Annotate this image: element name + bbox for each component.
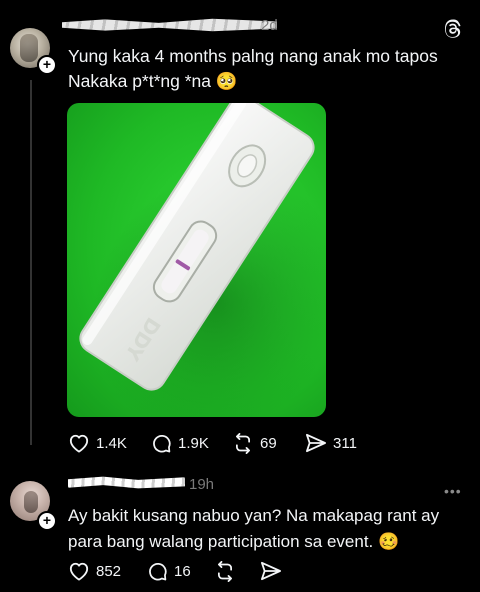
emoji: 🥴 bbox=[378, 532, 400, 551]
emoji: 🥺 bbox=[215, 71, 238, 91]
heart-icon bbox=[69, 434, 89, 453]
post-text-line-1: Ay bakit kusang nabuo yan? Na makapag ra… bbox=[68, 506, 440, 525]
send-icon bbox=[305, 433, 326, 453]
repost-button[interactable]: 69 bbox=[232, 433, 277, 454]
repost-button[interactable] bbox=[214, 561, 236, 582]
share-button[interactable]: 311 bbox=[305, 433, 357, 453]
like-count: 1.4K bbox=[96, 434, 127, 452]
post-body: Yung kaka 4 months palng nang anak mo ta… bbox=[68, 44, 468, 94]
username-redacted[interactable] bbox=[68, 476, 185, 489]
comment-icon bbox=[153, 434, 171, 453]
post-timestamp: 19h bbox=[189, 476, 215, 493]
reply-body: Ay bakit kusang nabuo yan? Na makapag ra… bbox=[68, 503, 468, 555]
repost-icon bbox=[218, 561, 232, 582]
post-text-line-2: para bang walang participation sa event.… bbox=[68, 532, 400, 551]
post-media-image[interactable]: DDY bbox=[67, 103, 326, 417]
repost-count: 69 bbox=[260, 435, 277, 452]
repost-icon bbox=[236, 433, 250, 454]
like-button[interactable]: 1.4K bbox=[68, 433, 127, 453]
follow-plus-icon[interactable]: + bbox=[37, 55, 57, 75]
share-button[interactable] bbox=[260, 561, 282, 581]
comment-icon bbox=[149, 562, 167, 581]
heart-icon bbox=[69, 562, 89, 581]
post-timestamp: 2d bbox=[261, 17, 278, 34]
threads-logo-icon[interactable] bbox=[442, 18, 464, 40]
send-icon bbox=[260, 561, 281, 581]
username-redacted[interactable] bbox=[62, 18, 277, 32]
post-text-line-2: Nakaka p*t*ng *na 🥺 bbox=[68, 71, 238, 91]
thread-connector-line bbox=[30, 80, 32, 445]
reply-button[interactable]: 16 bbox=[147, 561, 191, 582]
follow-plus-icon[interactable]: + bbox=[37, 511, 57, 531]
reply-count: 1.9K bbox=[178, 435, 209, 452]
like-count: 852 bbox=[96, 562, 122, 580]
like-button[interactable]: 852 bbox=[68, 561, 121, 581]
pregnancy-test-image: DDY bbox=[79, 103, 326, 417]
reply-count: 16 bbox=[174, 563, 191, 580]
more-icon[interactable]: ••• bbox=[444, 483, 462, 499]
reply-button[interactable]: 1.9K bbox=[151, 433, 209, 454]
post-text-line-1: Yung kaka 4 months palng nang anak mo ta… bbox=[68, 46, 438, 66]
share-count: 311 bbox=[333, 434, 357, 452]
